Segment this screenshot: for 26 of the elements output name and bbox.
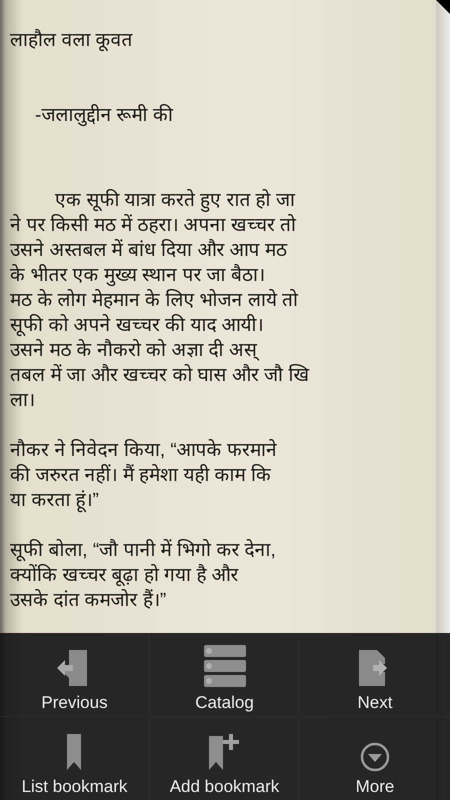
text-line: सूफी को अपने खच्चर की याद आयी। [10,313,265,338]
menu-item[interactable]: Previous [0,633,150,716]
text-line: की जरुरत नहीं। मैं हमेशा यही काम कि [10,463,272,488]
menu-item[interactable]: Add bookmark [150,716,300,800]
menu-item[interactable]: Next [300,633,450,716]
text-line: नौकर ने निवेदन किया, “आपके फरमाने [10,438,278,463]
text-line: उसने अस्तबल में बांध दिया और आप मठ [10,238,288,263]
page-corner [436,0,450,14]
dropdown-circle-icon [360,742,390,772]
text-line: उसके दांत कमजोर हैं।” [10,588,168,613]
text-line: तबल में जा और खच्चर को घास और जौ खि [10,363,311,388]
text-line: सूफी बोला, “जौ पानी में भिगो कर देना, [10,538,277,563]
menu-item[interactable]: List bookmark [0,716,150,800]
text-line: या करता हूं।” [10,489,100,513]
chapter-title: लाहौल वला कूवत [10,28,134,53]
text-line: के भीतर एक मुख्य स्थान पर जा बैठा। [10,263,266,288]
text-line: एक सूफी यात्रा करते हुए रात हो जा [54,188,296,213]
text-line: उसने मठ के नौकरो को अज्ञा दी अस् [10,338,436,363]
menu-item[interactable]: Catalog [150,633,300,716]
text-line: ला। [10,389,36,413]
author-line: -जलालुद्दीन रूमी की [34,103,174,128]
text-line: मठ के लोग मेहमान के लिए भोजन लाये तो [10,288,300,313]
list-icon [202,644,248,688]
text-line: ने पर किसी मठ में ठहरा। अपना खच्चर तो [10,213,298,238]
menu-item[interactable]: More [300,716,450,800]
text-line: क्योंकि खच्चर बूढ़ा हो गया है और [10,563,240,588]
